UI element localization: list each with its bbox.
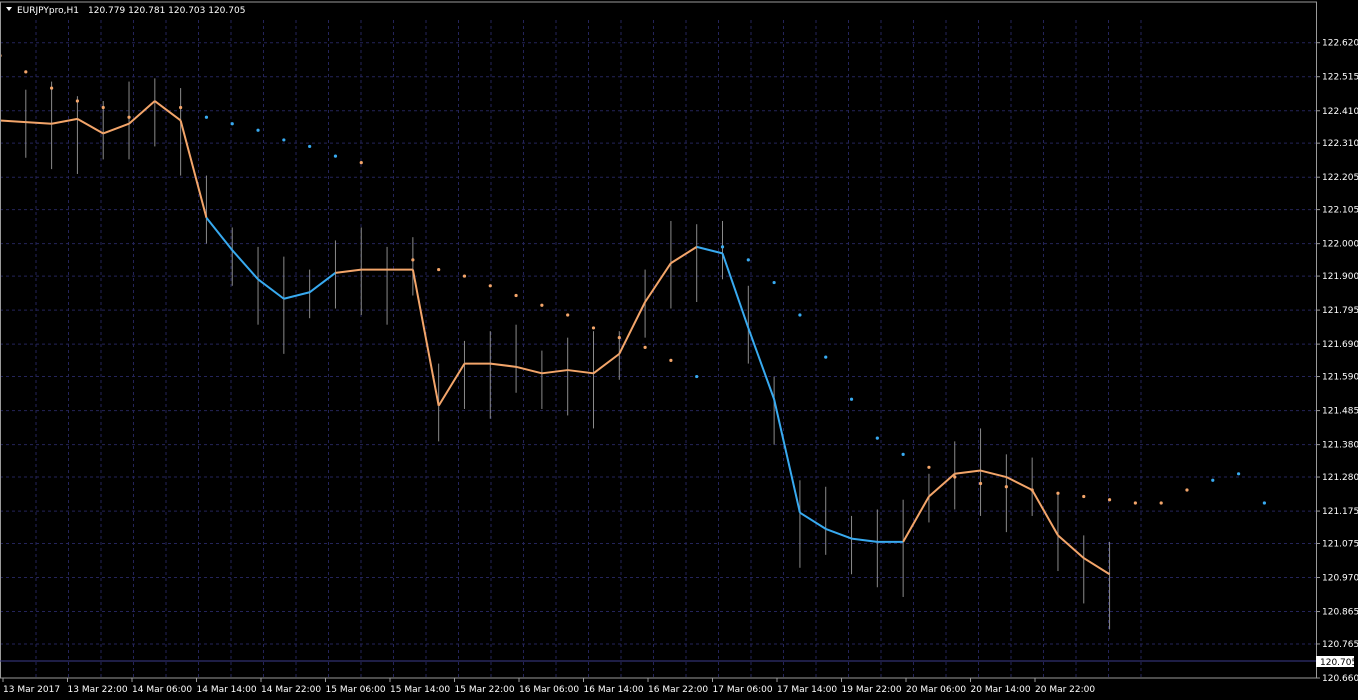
indicator-dot (1159, 501, 1163, 505)
y-tick-label: 122.105 (1322, 206, 1358, 216)
indicator-dot (462, 274, 467, 278)
indicator-dot (720, 245, 725, 249)
indicator-dot (333, 154, 338, 158)
indicator-dot (24, 70, 28, 74)
y-tick-label: 121.795 (1322, 306, 1358, 316)
symbol-label: EURJPYpro,H1 (17, 6, 79, 16)
current-price-label: 120.705 (1320, 658, 1357, 668)
y-tick-label: 121.280 (1322, 473, 1358, 483)
indicator-dot (1236, 472, 1241, 476)
x-tick-label: 20 Mar 22:00 (1035, 685, 1095, 695)
y-tick-label: 121.690 (1322, 340, 1358, 350)
x-tick-label: 16 Mar 14:00 (584, 685, 644, 695)
indicator-dot (978, 481, 983, 486)
indicator-dot (230, 122, 234, 126)
indicator-dot (901, 452, 905, 456)
y-tick-label: 120.970 (1322, 574, 1358, 584)
indicator-dot (1133, 501, 1137, 505)
indicator-dot (256, 128, 260, 132)
indicator-dot (695, 374, 699, 379)
x-tick-label: 13 Mar 22:00 (68, 685, 128, 695)
y-tick-label: 121.590 (1322, 373, 1358, 383)
indicator-dot (669, 358, 673, 362)
chart-header[interactable]: EURJPYpro,H1 120.779 120.781 120.703 120… (6, 6, 245, 16)
indicator-dot (798, 313, 802, 317)
y-tick-label: 121.485 (1322, 407, 1358, 417)
indicator-dot (179, 105, 183, 110)
y-tick-label: 121.075 (1322, 539, 1358, 549)
indicator-dot (617, 336, 621, 340)
y-tick-label: 120.865 (1322, 608, 1358, 618)
indicator-dot (308, 144, 312, 149)
y-tick-label: 121.175 (1322, 507, 1358, 517)
indicator-dot (591, 326, 596, 330)
indicator-dot (488, 284, 492, 288)
x-tick-label: 16 Mar 06:00 (519, 685, 579, 695)
indicator-dot (540, 303, 544, 307)
x-tick-label: 20 Mar 14:00 (971, 685, 1031, 695)
indicator-dot (746, 258, 750, 262)
indicator-dot (127, 115, 131, 119)
y-tick-label: 121.380 (1322, 441, 1358, 451)
indicator-dot (849, 397, 854, 401)
y-tick-label: 121.900 (1322, 272, 1358, 282)
indicator-dot (75, 99, 80, 103)
indicator-dot (566, 313, 570, 317)
ohlc-values: 120.779 120.781 120.703 120.705 (88, 6, 245, 16)
indicator-dot (101, 105, 105, 110)
indicator-dot (1030, 488, 1034, 492)
y-tick-label: 122.410 (1322, 107, 1358, 117)
indicator-dot (1082, 494, 1086, 499)
indicator-dot (204, 115, 209, 119)
indicator-dot (282, 138, 286, 142)
indicator-dot (1211, 478, 1215, 482)
indicator-dot (514, 293, 518, 298)
x-tick-label: 14 Mar 22:00 (261, 685, 321, 695)
chart-background (0, 0, 1358, 700)
indicator-dot (1056, 491, 1060, 495)
x-tick-label: 14 Mar 06:00 (132, 685, 192, 695)
y-tick-label: 122.000 (1322, 240, 1358, 250)
price-chart[interactable]: 122.620 122.515 122.410 122.310 122.205 122.1… (0, 0, 1358, 700)
indicator-dot (411, 258, 415, 262)
indicator-dot (927, 465, 931, 469)
y-tick-label: 122.515 (1322, 73, 1358, 83)
indicator-dot (824, 355, 828, 359)
x-tick-label: 20 Mar 06:00 (906, 685, 966, 695)
y-tick-label: 120.660 (1322, 674, 1358, 684)
indicator-dot (437, 267, 441, 272)
y-tick-label: 122.620 (1322, 39, 1358, 49)
indicator-dot (875, 436, 879, 440)
indicator-dot (643, 345, 647, 349)
indicator-dot (1262, 501, 1266, 505)
indicator-dot (772, 280, 776, 285)
x-tick-label: 15 Mar 06:00 (326, 685, 386, 695)
indicator-dot (50, 86, 54, 90)
x-tick-label: 17 Mar 06:00 (713, 685, 773, 695)
indicator-dot (1004, 485, 1008, 489)
y-tick-label: 122.310 (1322, 139, 1358, 149)
y-tick-label: 122.205 (1322, 173, 1358, 183)
x-tick-label: 19 Mar 22:00 (842, 685, 902, 695)
indicator-dot (359, 161, 363, 165)
x-tick-label: 14 Mar 14:00 (197, 685, 257, 695)
x-tick-label: 15 Mar 22:00 (455, 685, 515, 695)
x-tick-label: 17 Mar 14:00 (777, 685, 837, 695)
x-tick-label: 15 Mar 14:00 (390, 685, 450, 695)
y-tick-label: 120.765 (1322, 640, 1358, 650)
indicator-dot (1107, 498, 1112, 502)
x-tick-label: 16 Mar 22:00 (648, 685, 708, 695)
indicator-dot (1185, 488, 1189, 492)
indicator-dot (953, 475, 957, 479)
x-tick-label: 13 Mar 2017 (3, 685, 60, 695)
